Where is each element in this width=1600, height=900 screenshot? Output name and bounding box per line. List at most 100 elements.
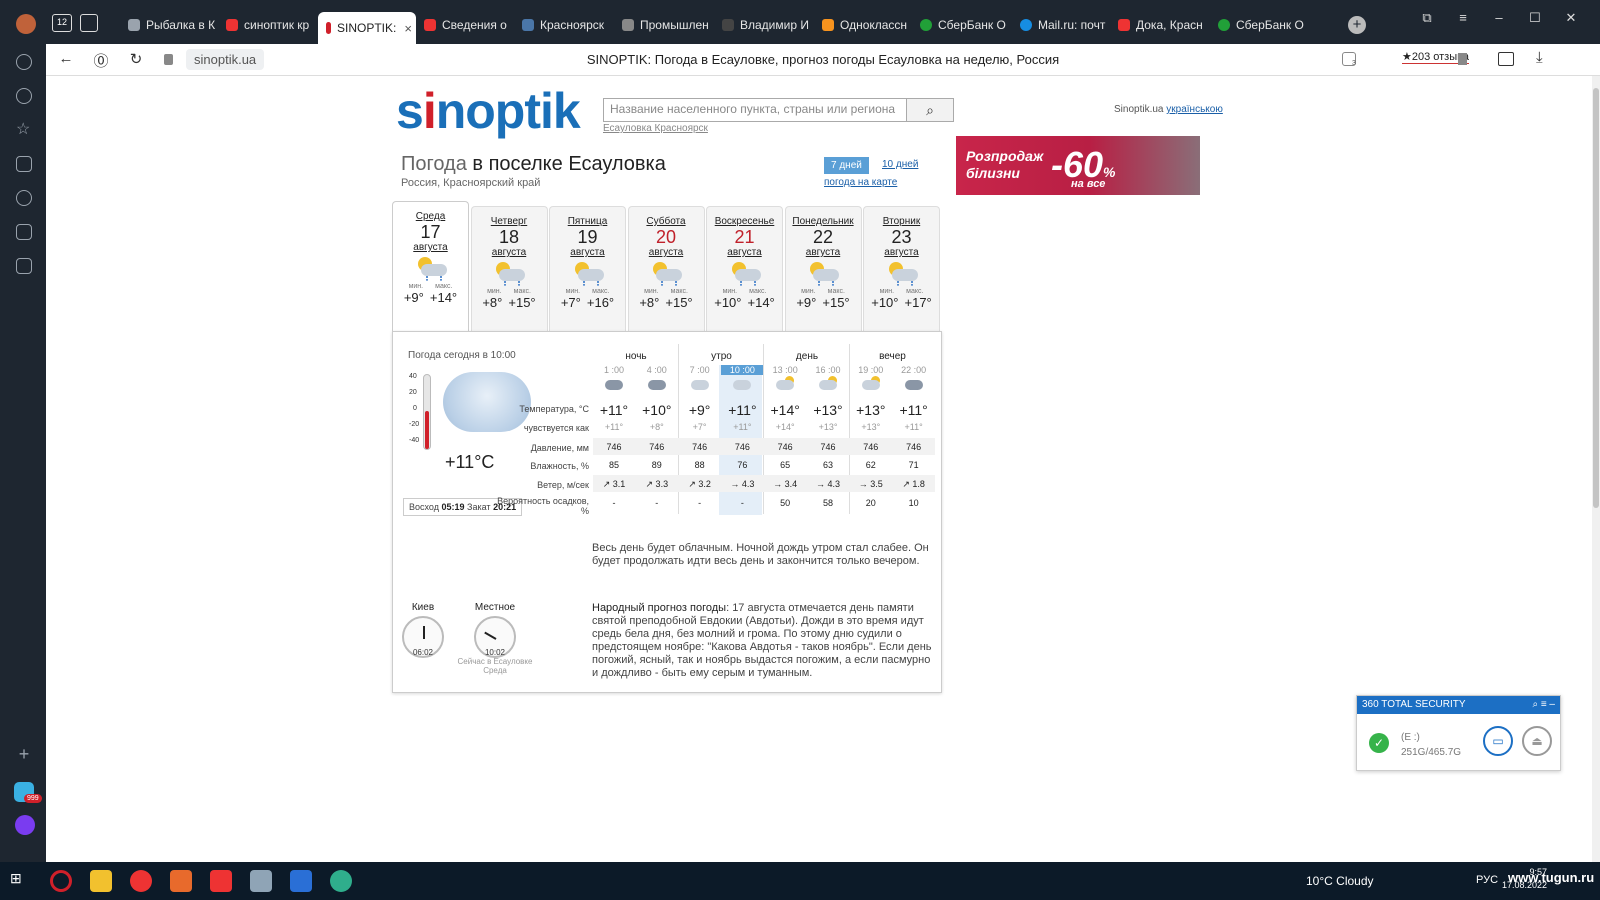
weather-map-link[interactable]: погода на карте <box>824 177 897 188</box>
tab-label: СберБанк О <box>938 18 1006 32</box>
yandex-browser-icon[interactable] <box>130 870 152 892</box>
recent-search-link[interactable]: Есауловка Красноярск <box>603 123 708 134</box>
seven-days-button[interactable]: 7 дней <box>824 157 869 174</box>
tab-label: Рыбалка в К <box>146 18 216 32</box>
downloads-icon[interactable]: ⤓ <box>1536 49 1543 66</box>
thermometer-icon <box>423 374 431 450</box>
ad-banner[interactable]: Розпродаж білизни -60% на все <box>956 136 1200 195</box>
tab-label: Красноярск <box>540 18 605 32</box>
eject-button[interactable]: ⏏ <box>1522 726 1552 756</box>
max-temp: +16° <box>586 295 615 310</box>
cell-temp: +11° <box>899 402 928 418</box>
cell-precip: 20 <box>865 498 876 508</box>
weather-tray[interactable]: 10°C Cloudy <box>1306 874 1374 888</box>
sinoptik-logo[interactable]: sinoptik <box>396 82 581 140</box>
security-header: 360 TOTAL SECURITY ⌕ ≡ – <box>1357 696 1560 714</box>
day-tab[interactable]: Суббота 20 августа мин. макс. +8° +15° <box>627 206 705 331</box>
day-date: 21 <box>734 227 755 247</box>
widget-controls[interactable]: ⌕ ≡ – <box>1532 699 1555 710</box>
file-explorer-icon[interactable] <box>90 870 112 892</box>
search-input[interactable]: Название населенного пункта, страны или … <box>603 98 953 122</box>
day-tab[interactable]: Четверг 18 августа мин. макс. +8° +15° <box>470 206 548 331</box>
day-month: августа <box>413 242 448 253</box>
tab-doka[interactable]: Дока, Красн <box>1118 12 1206 38</box>
tab-sinoptik-search[interactable]: синоптик кр <box>226 12 314 38</box>
day-temps: +8° +15° <box>472 295 547 310</box>
opera-icon[interactable] <box>50 870 72 892</box>
app-icon[interactable] <box>290 870 312 892</box>
sun-cloud-icon <box>817 376 839 392</box>
close-tab-icon[interactable]: × <box>404 21 412 36</box>
sunset-label: Закат <box>467 502 491 512</box>
day-date: 17 <box>420 222 441 242</box>
favorites-star-icon[interactable]: ☆ <box>16 122 32 138</box>
tab-odnoklassniki[interactable]: Одноклассн <box>822 12 910 38</box>
day-tab[interactable]: Вторник 23 августа мин. макс. +10° +17° <box>863 206 940 331</box>
page-scrollbar[interactable] <box>1592 76 1600 862</box>
tab-krasnoyarsk[interactable]: Красноярск <box>522 12 610 38</box>
day-description: Весь день будет облачным. Ночной дождь у… <box>592 542 929 567</box>
sunrise-label: Восход <box>409 502 439 512</box>
tab-counter-button[interactable]: 12 <box>52 14 72 32</box>
bookmarks-window-icon[interactable]: ⧉ <box>1416 10 1438 26</box>
tab-sberbank-2[interactable]: СберБанк О <box>1218 12 1306 38</box>
row-label-precip: Вероятность осадков, % <box>497 496 589 516</box>
tab-info[interactable]: Сведения о <box>424 12 512 38</box>
cell-feels: +13° <box>861 422 881 432</box>
app-icon[interactable] <box>250 870 272 892</box>
new-tab-group-icon[interactable] <box>80 14 98 32</box>
notifications-icon[interactable] <box>16 54 32 70</box>
day-tab[interactable]: Воскресенье 21 августа мин. макс. +10° +14° <box>706 206 783 331</box>
tab-vladimir[interactable]: Владимир И <box>722 12 810 38</box>
day-name: Пятница <box>567 216 608 227</box>
youtube-icon <box>424 19 436 31</box>
heading-location: в поселке Есауловка <box>472 153 666 175</box>
collections-icon[interactable] <box>16 156 32 172</box>
day-tab[interactable]: Среда 17 августа мин. макс. +9° +14° <box>392 201 469 332</box>
tab-label: СберБанк О <box>1236 18 1304 32</box>
bookmark-icon[interactable] <box>1458 53 1467 65</box>
ukrainian-link[interactable]: українською <box>1166 104 1223 115</box>
play-icon[interactable] <box>16 190 32 206</box>
day-tab[interactable]: Понедельник 22 августа мин. макс. +9° +15° <box>784 206 862 331</box>
max-label: макс. <box>827 288 845 295</box>
yandex-icon[interactable] <box>210 870 232 892</box>
maximize-icon[interactable]: ☐ <box>1524 10 1546 26</box>
minimize-icon[interactable]: – <box>1488 10 1510 25</box>
check-icon: ✓ <box>1369 733 1389 753</box>
tab-industrial[interactable]: Промышлен <box>622 12 710 38</box>
cell-wind: → 4.3 <box>815 479 840 489</box>
app-icon[interactable] <box>170 870 192 892</box>
min-max-labels: мин. макс. <box>393 283 468 290</box>
history-icon[interactable] <box>16 88 32 104</box>
open-folder-button[interactable]: ▭ <box>1483 726 1513 756</box>
scrollbar-thumb[interactable] <box>1593 88 1599 508</box>
local-sub1: Сейчас в Есауловке <box>457 657 533 666</box>
tab-fishing[interactable]: Рыбалка в К <box>128 12 216 38</box>
edge-icon[interactable] <box>330 870 352 892</box>
collections-toolbar-icon[interactable] <box>1498 52 1514 66</box>
min-temp: +7° <box>560 295 581 310</box>
ten-days-link[interactable]: 10 дней <box>882 159 918 170</box>
close-window-icon[interactable]: ✕ <box>1560 10 1582 26</box>
alice-icon[interactable] <box>15 815 35 835</box>
tab-label: Промышлен <box>640 18 709 32</box>
browser-logo-icon[interactable] <box>16 14 36 34</box>
search-button[interactable]: ⌕ <box>906 98 954 122</box>
windows-start-icon[interactable]: ⊞ <box>10 870 32 892</box>
tab-sberbank-1[interactable]: СберБанк О <box>920 12 1008 38</box>
tab-sinoptik-active[interactable]: SINOPTIK: × <box>318 12 416 44</box>
ad-text: Розпродаж білизни <box>966 148 1043 182</box>
tab-mailru[interactable]: Mail.ru: почт <box>1020 12 1108 38</box>
tab-label: Дока, Красн <box>1136 18 1203 32</box>
cell-humidity: 65 <box>780 460 791 470</box>
day-date: 20 <box>655 227 677 247</box>
menu-icon[interactable]: ≡ <box>1452 10 1474 25</box>
screenshot-icon[interactable] <box>16 258 32 274</box>
calendar-icon[interactable] <box>16 224 32 240</box>
cell-wind: ↗ 3.2 <box>688 479 711 489</box>
new-tab-button[interactable]: + <box>1348 16 1366 34</box>
add-panel-icon[interactable]: + <box>16 745 32 763</box>
language-indicator[interactable]: РУС <box>1476 874 1498 886</box>
day-tab[interactable]: Пятница 19 августа мин. макс. +7° +16° <box>549 206 626 331</box>
